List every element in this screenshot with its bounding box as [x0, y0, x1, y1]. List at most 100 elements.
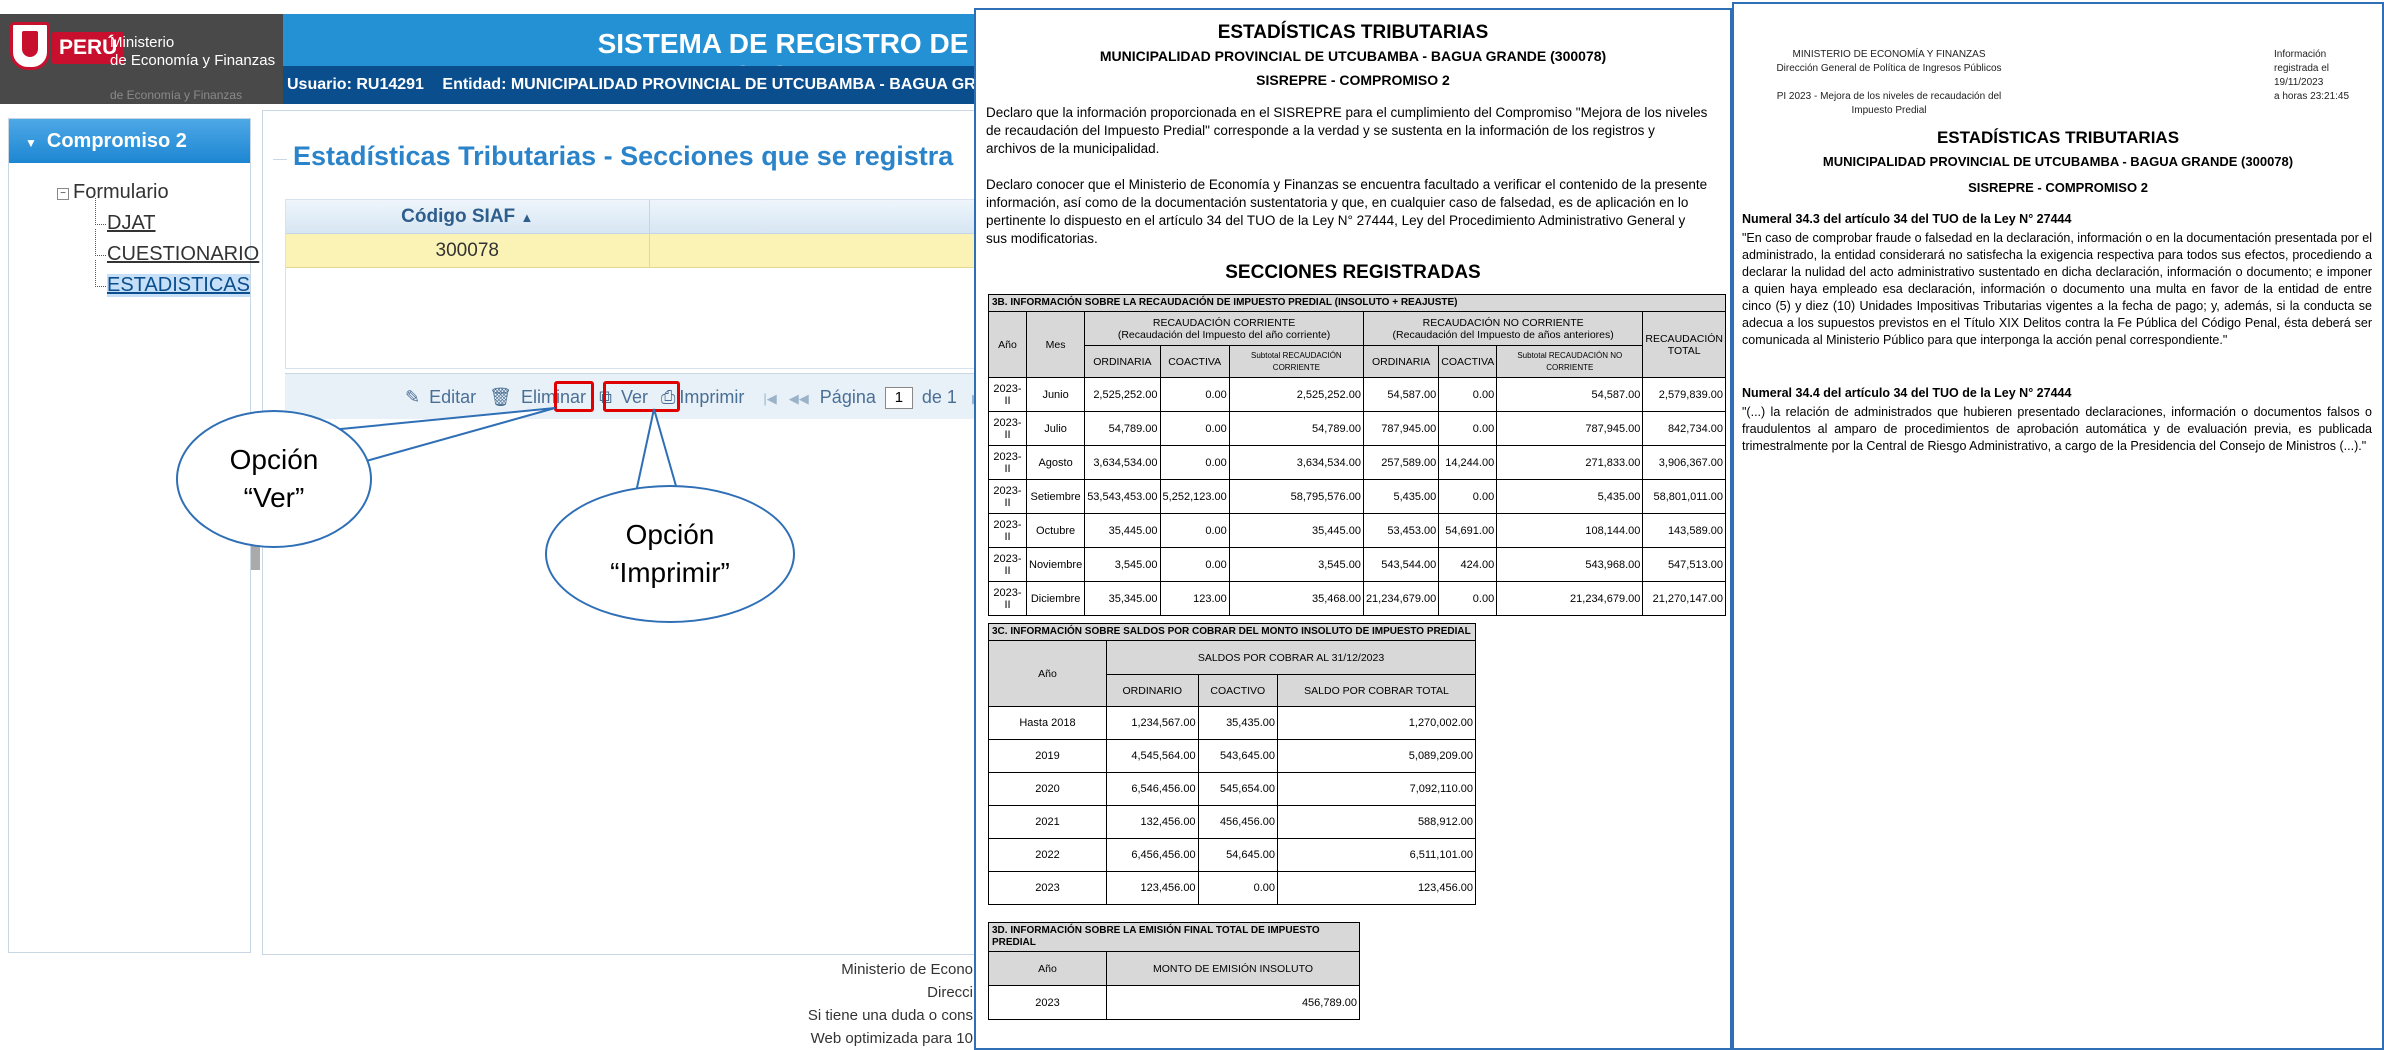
- th-anio-3c: Año: [988, 640, 1107, 707]
- table-3c-caption: 3C. INFORMACIÓN SOBRE SALDOS POR COBRAR …: [988, 623, 1476, 640]
- table-cell: Hasta 2018: [988, 706, 1107, 740]
- table-cell: 5,089,209.00: [1277, 739, 1476, 773]
- table-cell: 7,092,110.00: [1277, 772, 1476, 806]
- table-cell: 3,545.00: [1228, 547, 1364, 582]
- table-cell: 21,234,679.00: [1496, 581, 1644, 616]
- screenshot-stage: { "app": { "brand_country": "PERÚ", "bra…: [0, 0, 2384, 1050]
- print-title: ESTADÍSTICAS TRIBUTARIAS: [1936, 128, 2180, 147]
- table-cell: 2022: [988, 838, 1107, 872]
- table-cell: 5,435.00: [1496, 479, 1644, 514]
- table-cell: Setiembre: [1025, 479, 1086, 514]
- th-anio-3d: Año: [988, 951, 1107, 986]
- table-cell: 3,545.00: [1084, 547, 1161, 582]
- report-subtitle: MUNICIPALIDAD PROVINCIAL DE UTCUBAMBA - …: [1099, 48, 1607, 64]
- table-cell: 0.00: [1159, 411, 1230, 446]
- th-subtotal-no-corriente: Subtotal RECAUDACIÓN NO CORRIENTE: [1496, 345, 1644, 378]
- table-cell: 58,801,011.00: [1642, 479, 1726, 514]
- table-cell: 842,734.00: [1642, 411, 1726, 446]
- numeral-34-4-text: "(...) la relación de administrados que …: [1742, 405, 2372, 453]
- table-cell: 2023: [988, 985, 1107, 1020]
- table-cell: 3,906,367.00: [1642, 445, 1726, 480]
- table-cell: 424.00: [1438, 547, 1498, 582]
- th-monto-emision: MONTO DE EMISIÓN INSOLUTO: [1106, 951, 1360, 986]
- table-cell: 21,270,147.00: [1642, 581, 1726, 616]
- table-3c-row: 2022 6,456,456.00 54,645.00 6,511,101.00: [988, 838, 1476, 872]
- table-cell: 2023-II: [988, 513, 1027, 548]
- footer: Ministerio de Econo Direcci Si tiene una…: [0, 958, 1003, 1050]
- table-cell: 0.00: [1438, 479, 1498, 514]
- table-cell: 2023: [988, 871, 1107, 905]
- print-header-left: MINISTERIO DE ECONOMÍA Y FINANZAS Direcc…: [1776, 49, 2002, 116]
- table-3b-caption: 3B. INFORMACIÓN SOBRE LA RECAUDACIÓN DE …: [988, 294, 1726, 311]
- table-cell: Junio: [1025, 377, 1086, 412]
- table-3b-row: 2023-II Octubre 35,445.00 0.00 35,445.00 53,4…: [988, 513, 1726, 548]
- table-3d-body: 2023 456,789.00: [988, 985, 1360, 1020]
- table-cell: 1,270,002.00: [1277, 706, 1476, 740]
- table-cell: 2023-II: [988, 377, 1027, 412]
- table-3c-row: 2021 132,456.00 456,456.00 588,912.00: [988, 805, 1476, 839]
- report-preview: ESTADÍSTICAS TRIBUTARIAS MUNICIPALIDAD P…: [974, 8, 1732, 1050]
- table-cell: 2023-II: [988, 479, 1027, 514]
- table-cell: 588,912.00: [1277, 805, 1476, 839]
- table-cell: Julio: [1025, 411, 1086, 446]
- table-cell: 54,789.00: [1084, 411, 1161, 446]
- table-cell: 2023-II: [988, 411, 1027, 446]
- table-3b-row: 2023-II Agosto 3,634,534.00 0.00 3,634,534.0…: [988, 445, 1726, 480]
- report-print-page: MINISTERIO DE ECONOMÍA Y FINANZAS Direcc…: [1732, 2, 2384, 1050]
- table-cell: 58,795,576.00: [1228, 479, 1364, 514]
- sections-title: SECCIONES REGISTRADAS: [1225, 262, 1481, 283]
- footer-line: Direcci: [927, 984, 973, 1001]
- table-cell: 3,634,534.00: [1084, 445, 1161, 480]
- table-cell: 2021: [988, 805, 1107, 839]
- th-ordinaria-2: ORDINARIA: [1362, 345, 1440, 378]
- table-cell: 2,525,252.00: [1084, 377, 1161, 412]
- table-cell: 132,456.00: [1106, 805, 1199, 839]
- table-cell: Diciembre: [1025, 581, 1086, 616]
- table-cell: 123,456.00: [1106, 871, 1199, 905]
- numeral-34-3-heading: Numeral 34.3 del artículo 34 del TUO de …: [1742, 212, 2072, 226]
- callout-imprimir: Opción “Imprimir”: [545, 485, 795, 623]
- table-cell: 257,589.00: [1362, 445, 1440, 480]
- table-cell: 545,654.00: [1197, 772, 1279, 806]
- table-cell: 543,645.00: [1197, 739, 1279, 773]
- numeral-34-4-heading: Numeral 34.4 del artículo 34 del TUO de …: [1742, 386, 2072, 400]
- table-cell: 35,345.00: [1084, 581, 1161, 616]
- table-cell: 6,511,101.00: [1277, 838, 1476, 872]
- table-cell: 2023-II: [988, 547, 1027, 582]
- table-cell: 0.00: [1438, 581, 1498, 616]
- table-cell: 54,587.00: [1362, 377, 1440, 412]
- callout-ver: Opción “Ver”: [176, 410, 372, 548]
- table-cell: 0.00: [1159, 377, 1230, 412]
- table-3b-row: 2023-II Junio 2,525,252.00 0.00 2,525,252.00…: [988, 377, 1726, 412]
- table-cell: 123.00: [1159, 581, 1230, 616]
- th-ordinaria: ORDINARIA: [1084, 345, 1161, 378]
- callout-pointers: [308, 407, 690, 530]
- table-3d: 3D. INFORMACIÓN SOBRE LA EMISIÓN FINAL T…: [988, 922, 1360, 1020]
- table-3b-body: 2023-II Junio 2,525,252.00 0.00 2,525,252.00…: [988, 377, 1726, 616]
- table-3c-row: 2020 6,546,456.00 545,654.00 7,092,110.00: [988, 772, 1476, 806]
- table-cell: 0.00: [1159, 547, 1230, 582]
- table-cell: Octubre: [1025, 513, 1086, 548]
- table-cell: 4,545,564.00: [1106, 739, 1199, 773]
- table-cell: 54,587.00: [1496, 377, 1644, 412]
- table-3b-row: 2023-II Julio 54,789.00 0.00 54,789.00 787,94…: [988, 411, 1726, 446]
- table-3b-row: 2023-II Diciembre 35,345.00 123.00 35,468.00…: [988, 581, 1726, 616]
- footer-line: Si tiene una duda o cons: [807, 1007, 973, 1024]
- th-coactiva: COACTIVA: [1159, 345, 1230, 378]
- report-title: ESTADÍSTICAS TRIBUTARIAS: [1217, 22, 1489, 43]
- table-cell: 14,244.00: [1438, 445, 1498, 480]
- th-ordinario: ORDINARIO: [1106, 674, 1199, 707]
- table-cell: 35,468.00: [1228, 581, 1364, 616]
- table-cell: 2020: [988, 772, 1107, 806]
- th-recaudacion-no-corriente: RECAUDACIÓN NO CORRIENTE (Recaudación de…: [1362, 311, 1644, 346]
- table-3c: 3C. INFORMACIÓN SOBRE SALDOS POR COBRAR …: [988, 623, 1476, 905]
- callout-ver-line2: “Ver”: [243, 482, 305, 513]
- table-3c-row: Hasta 2018 1,234,567.00 35,435.00 1,270,002…: [988, 706, 1476, 740]
- th-saldos-group: SALDOS POR COBRAR AL 31/12/2023: [1106, 640, 1476, 675]
- table-cell: 6,546,456.00: [1106, 772, 1199, 806]
- table-3d-row: 2023 456,789.00: [988, 985, 1360, 1020]
- table-cell: 2023-II: [988, 581, 1027, 616]
- callout-ver-line1: Opción: [229, 444, 319, 475]
- table-cell: 21,234,679.00: [1362, 581, 1440, 616]
- table-cell: 0.00: [1159, 513, 1230, 548]
